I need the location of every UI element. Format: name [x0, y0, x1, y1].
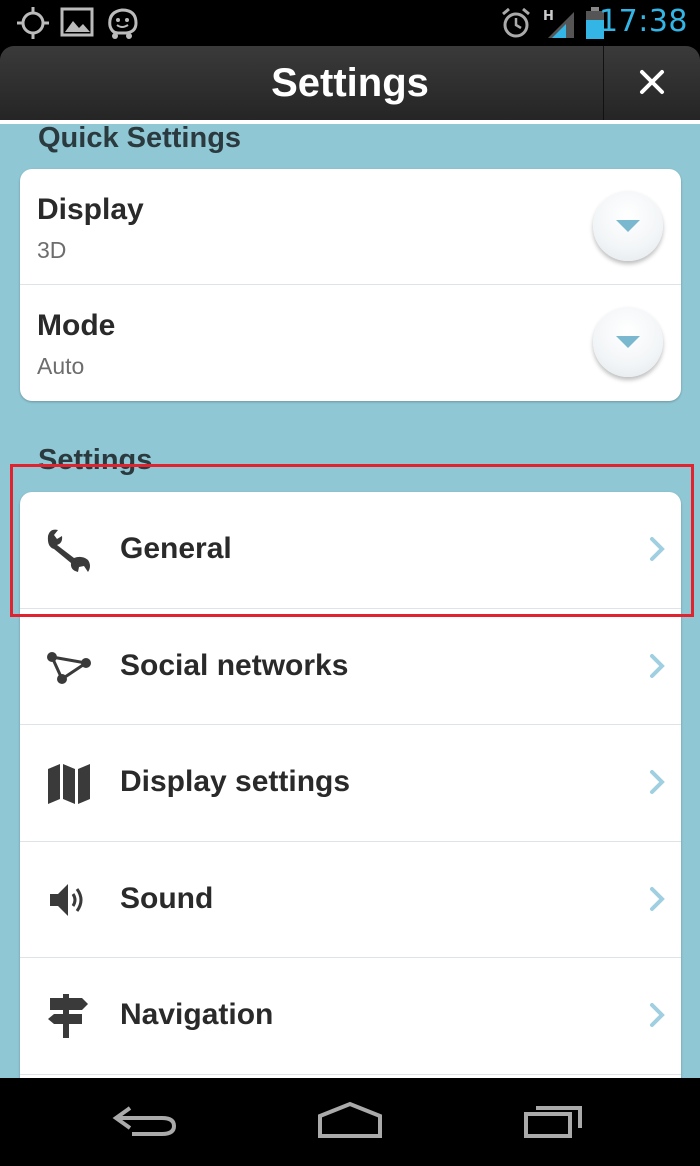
recents-button[interactable]	[520, 1100, 592, 1145]
chevron-right-icon	[650, 1003, 665, 1027]
network-icon	[47, 651, 91, 684]
chevron-down-icon	[616, 220, 640, 232]
map-icon	[48, 764, 90, 804]
settings-item-social-networks[interactable]: Social networks	[20, 609, 681, 725]
network-type-label: H	[543, 9, 554, 24]
settings-item-label: Display settings	[120, 765, 351, 798]
title-bar: Settings	[0, 46, 700, 120]
gps-icon	[16, 6, 50, 45]
settings-item-display-settings[interactable]: Display settings	[20, 725, 681, 842]
page-title: Settings	[271, 61, 429, 105]
close-icon	[640, 70, 664, 94]
back-button[interactable]	[110, 1100, 182, 1145]
settings-item-label: Sound	[120, 881, 214, 915]
mode-dropdown-button[interactable]	[593, 307, 663, 377]
status-bar: H 17:38	[0, 0, 700, 46]
quick-setting-value: Auto	[37, 353, 85, 379]
settings-item-label: Navigation	[120, 998, 274, 1031]
system-nav-bar	[0, 1078, 700, 1166]
chevron-right-icon	[650, 653, 665, 678]
signal-icon: H	[542, 6, 576, 45]
display-dropdown-button[interactable]	[593, 191, 663, 261]
settings-content[interactable]: Quick Settings Display 3D Mode Auto Sett…	[0, 124, 700, 1078]
status-time: 17:38	[599, 4, 688, 39]
speaker-icon	[50, 883, 83, 916]
settings-section-title: Settings	[38, 444, 153, 476]
quick-settings-title: Quick Settings	[38, 124, 242, 154]
home-icon	[318, 1101, 382, 1138]
gallery-icon	[60, 6, 94, 43]
recents-icon	[524, 1106, 582, 1138]
chevron-right-icon	[650, 537, 665, 561]
settings-item-navigation[interactable]: Navigation	[20, 958, 681, 1075]
settings-item-sound[interactable]: Sound	[20, 842, 681, 958]
quick-setting-label: Display	[37, 193, 144, 226]
alarm-icon	[500, 6, 532, 45]
settings-card: General Social networks Display settings…	[20, 492, 681, 1078]
close-button[interactable]	[604, 46, 700, 120]
quick-setting-value: 3D	[37, 237, 67, 263]
signpost-icon	[48, 994, 88, 1038]
settings-item-general[interactable]: General	[20, 492, 681, 609]
settings-item-label: Social networks	[120, 648, 349, 682]
quick-setting-label: Mode	[37, 309, 116, 342]
quick-setting-mode[interactable]: Mode Auto	[20, 285, 681, 401]
chevron-right-icon	[650, 886, 665, 911]
back-icon	[112, 1106, 177, 1136]
waze-icon	[104, 6, 140, 45]
settings-item-label: General	[120, 532, 232, 565]
chevron-down-icon	[616, 336, 640, 348]
home-button[interactable]	[314, 1100, 386, 1145]
quick-settings-card: Display 3D Mode Auto	[20, 169, 681, 401]
chevron-right-icon	[650, 770, 665, 794]
quick-setting-display[interactable]: Display 3D	[20, 169, 681, 285]
wrench-icon	[47, 529, 90, 572]
